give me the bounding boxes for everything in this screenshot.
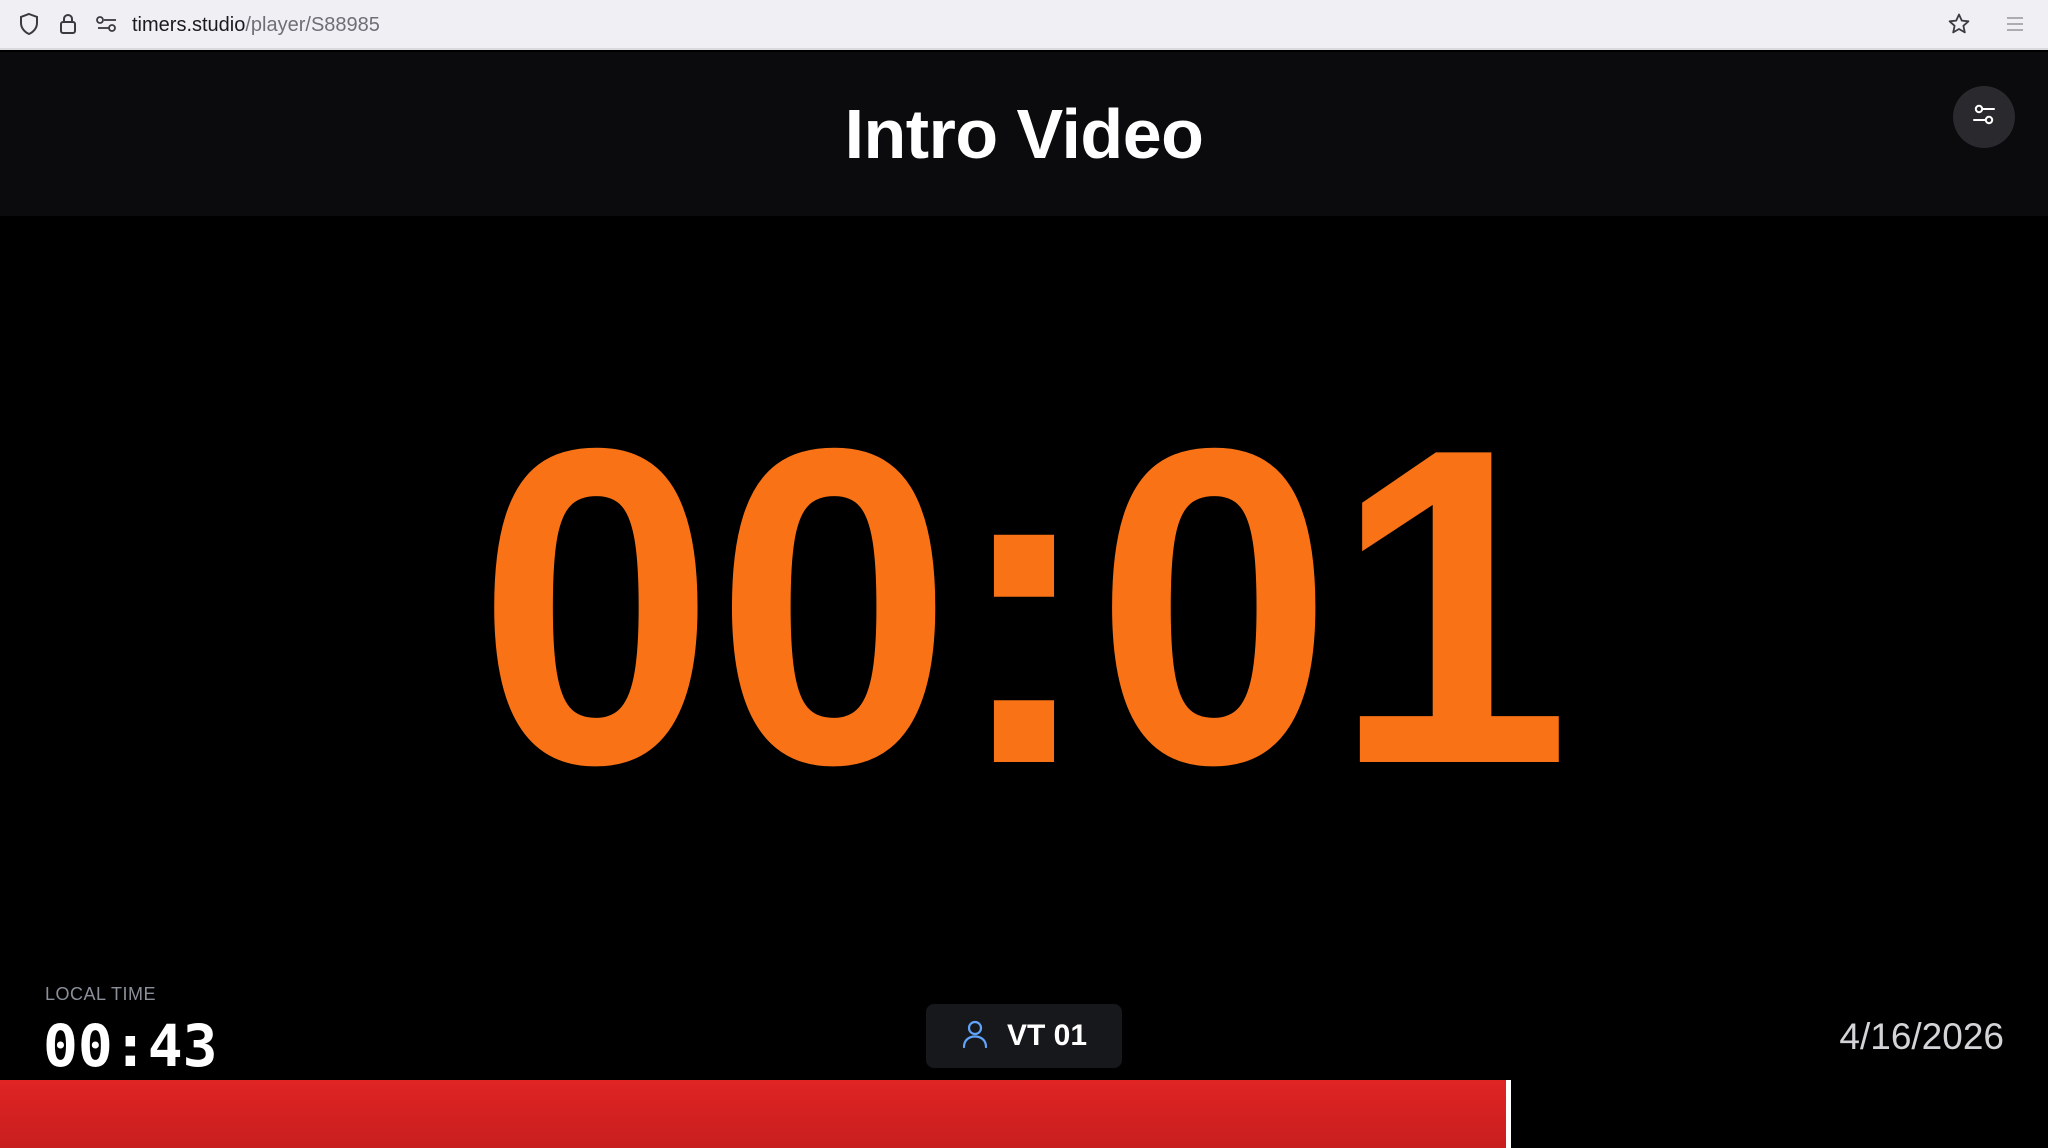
hamburger-menu-icon[interactable] bbox=[2002, 11, 2028, 37]
url-host: timers.studio bbox=[132, 14, 246, 36]
current-date: 4/16/2026 bbox=[1839, 1016, 2004, 1057]
progress-fill bbox=[0, 1080, 1510, 1148]
browser-toolbar: timers.studio/player/S88985 bbox=[0, 0, 2048, 50]
speaker-badge[interactable]: VT 01 bbox=[926, 1004, 1122, 1068]
lock-icon[interactable] bbox=[55, 11, 81, 37]
url-path: /player/S88985 bbox=[245, 14, 380, 36]
timer-player: Intro Video 00:01 LOCAL TIME 00:43 VT 01… bbox=[0, 52, 2048, 1148]
countdown-display: 00:01 bbox=[477, 356, 1571, 858]
local-time-clock: 00:43 bbox=[43, 1012, 218, 1080]
address-bar[interactable]: timers.studio/player/S88985 bbox=[132, 13, 380, 37]
star-icon[interactable] bbox=[1946, 11, 1972, 37]
local-time-label: LOCAL TIME bbox=[45, 984, 157, 1004]
shield-icon[interactable] bbox=[16, 11, 42, 37]
user-icon bbox=[961, 1019, 989, 1054]
progress-handle[interactable] bbox=[1506, 1080, 1512, 1148]
sliders-icon bbox=[1971, 102, 1997, 133]
speaker-name: VT 01 bbox=[1006, 1019, 1088, 1052]
site-permissions-icon[interactable] bbox=[94, 11, 120, 37]
progress-bar[interactable] bbox=[0, 1080, 2048, 1148]
page-title: Intro Video bbox=[844, 95, 1204, 173]
settings-button[interactable] bbox=[1953, 86, 2015, 148]
player-header: Intro Video bbox=[0, 52, 2048, 216]
